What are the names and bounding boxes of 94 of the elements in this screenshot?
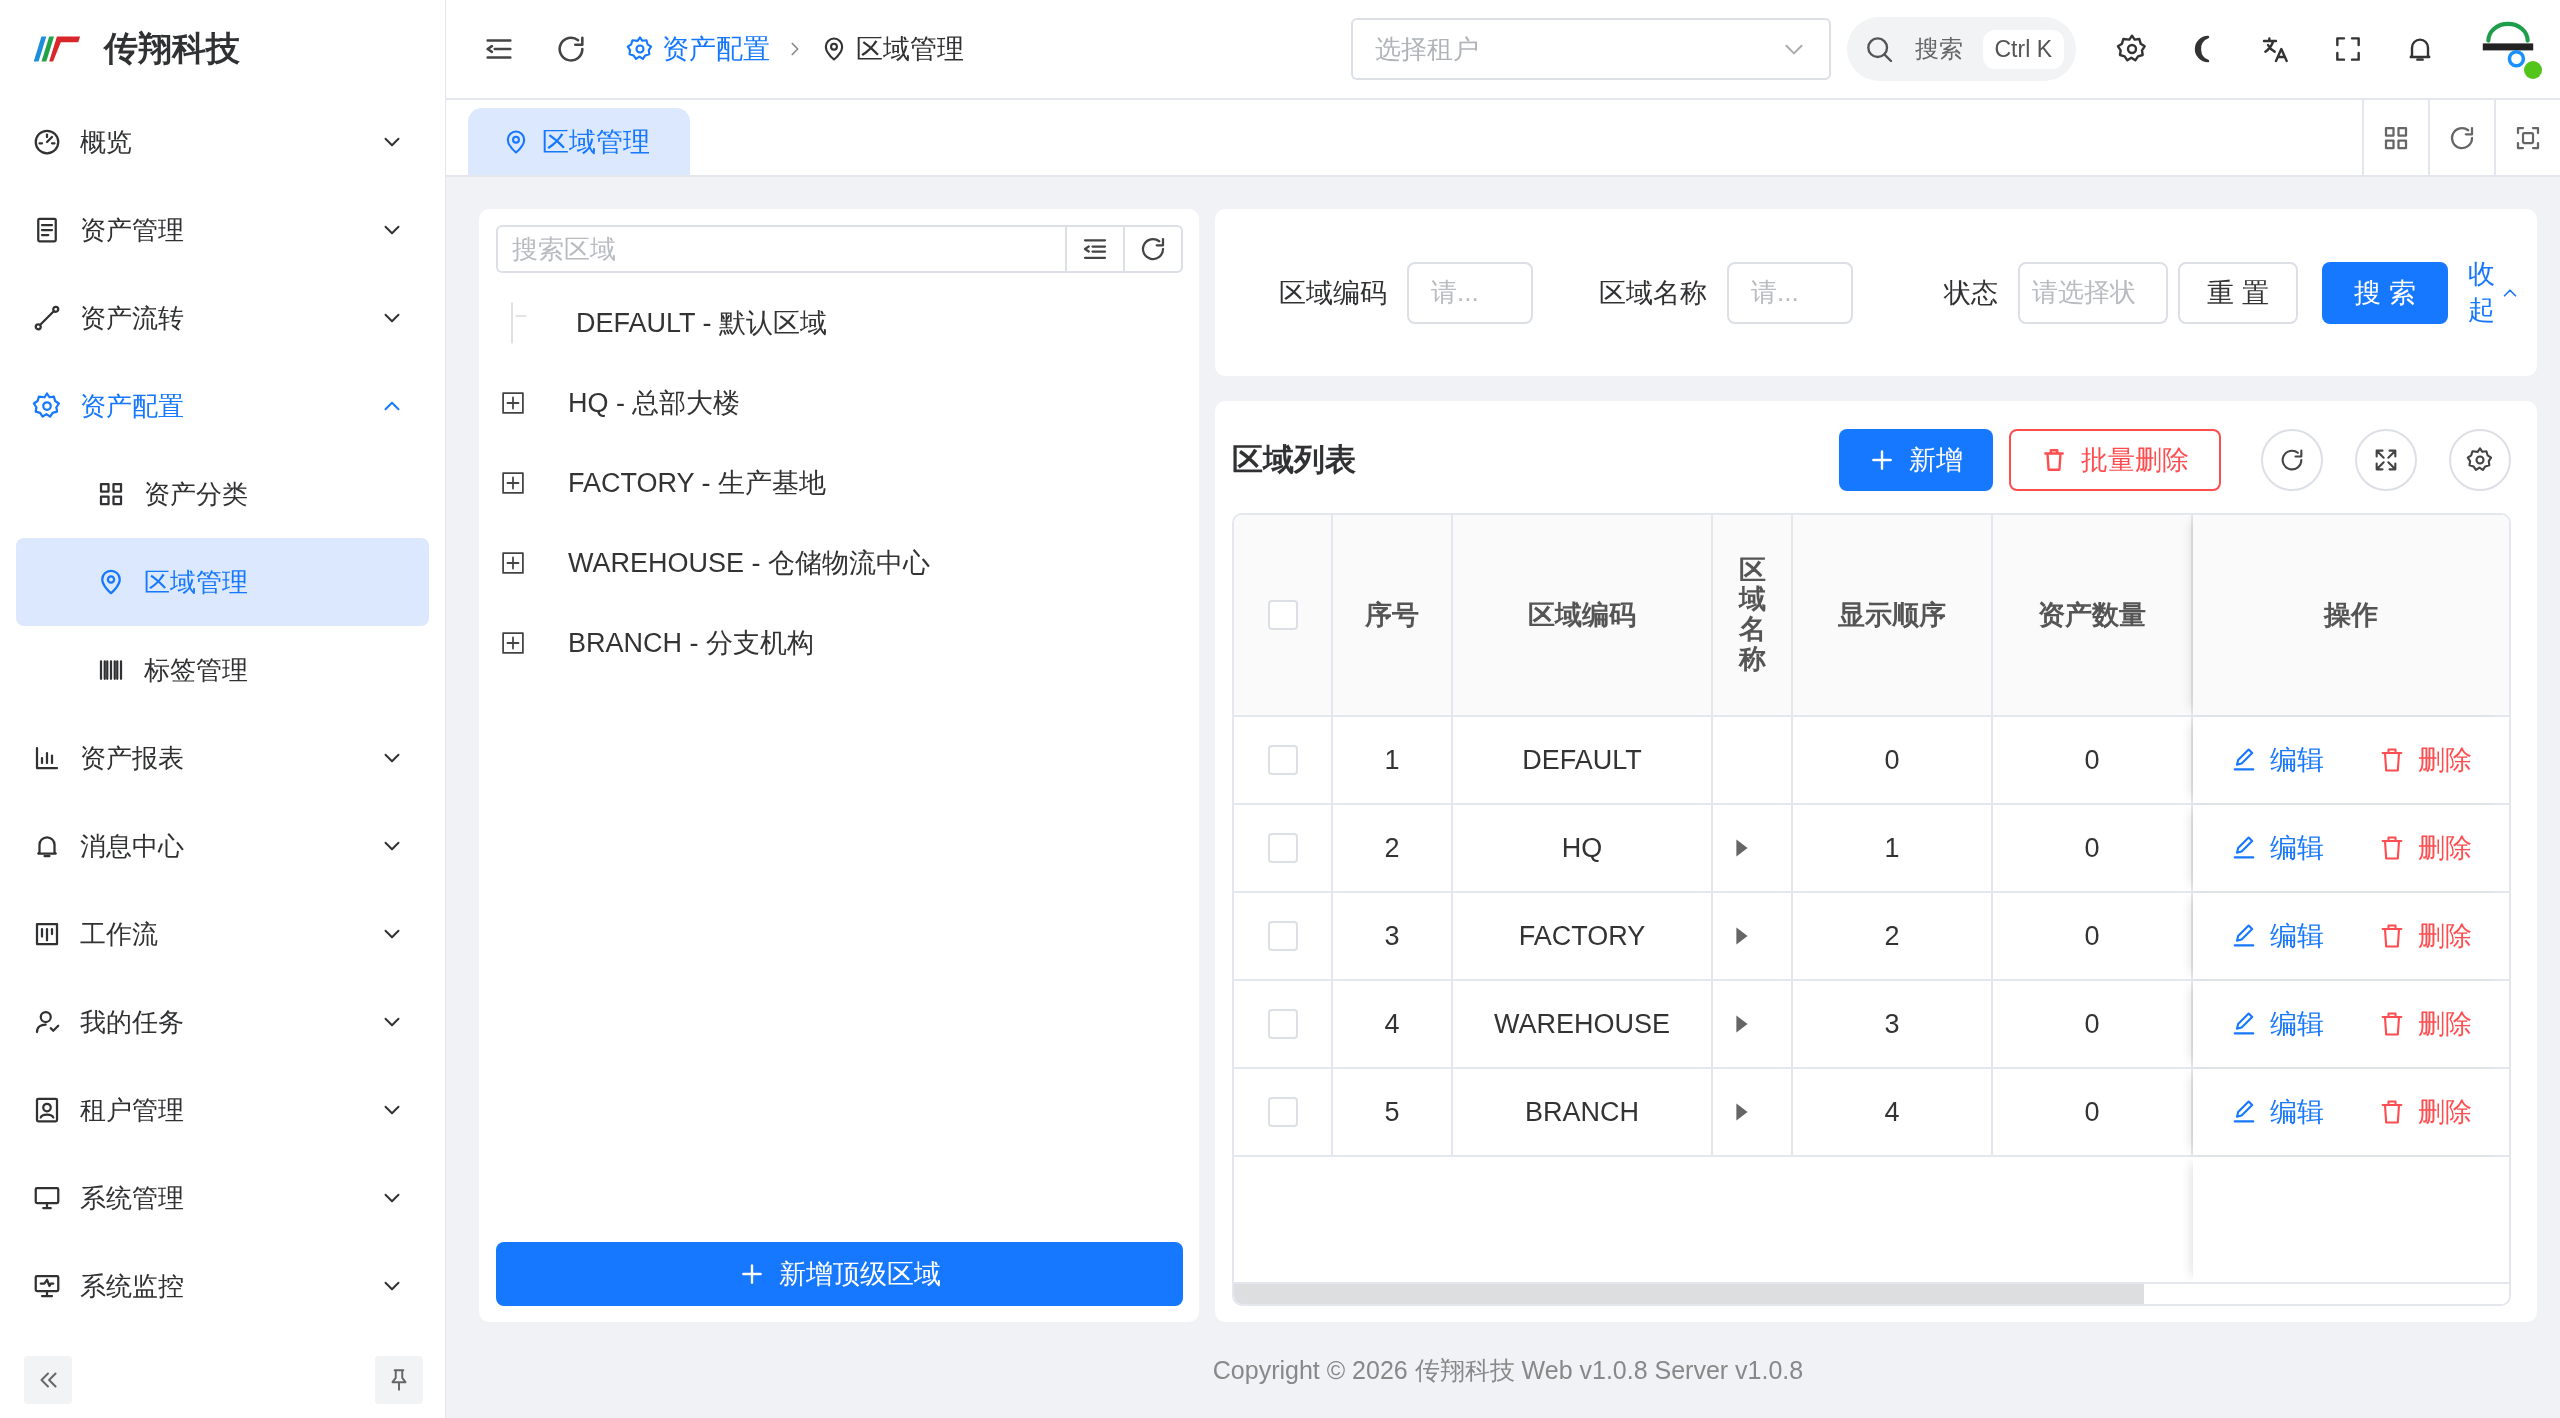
add-top-level-button[interactable]: 新增顶级区域 — [496, 1242, 1183, 1306]
table-cell: FACTORY — [1453, 893, 1713, 979]
brand-name: 传翔科技 — [104, 28, 240, 69]
column-header: 序号 — [1333, 515, 1453, 715]
column-header: 操作 — [2193, 515, 2509, 715]
table-cell: 1 — [1333, 717, 1453, 803]
edit-link[interactable]: 编辑 — [2230, 918, 2324, 954]
filter-input[interactable]: 请... — [1727, 261, 1853, 324]
tree-node[interactable]: DEFAULT - 默认区域 — [576, 305, 828, 341]
breadcrumb-item[interactable]: 区域管理 — [820, 31, 964, 67]
sidebar-subitem[interactable]: 标签管理 — [16, 626, 429, 714]
table-cell: HQ — [1453, 805, 1713, 891]
edit-link[interactable]: 编辑 — [2230, 742, 2324, 778]
search-button[interactable]: 搜 索 — [2322, 261, 2448, 324]
sidebar-item[interactable]: 工作流 — [0, 890, 445, 978]
sidebar-item[interactable]: 概览 — [0, 98, 445, 186]
copyright-text: Copyright © 2026 传翔科技 Web v1.0.8 Server v1.0.8 — [1211, 1354, 1805, 1386]
table-cell: 2 — [1793, 893, 1993, 979]
search-button[interactable]: 搜索 Ctrl K — [1846, 17, 2076, 81]
sidebar-item[interactable]: 资产配置 — [0, 362, 445, 450]
sidebar-item[interactable]: 系统监控 — [0, 1242, 445, 1330]
table-cell: 3 — [1793, 981, 1993, 1067]
sidebar-item[interactable]: 我的任务 — [0, 978, 445, 1066]
row-checkbox[interactable] — [1267, 1097, 1298, 1127]
plus-icon — [1869, 447, 1895, 473]
table-title: 区域列表 — [1232, 441, 1356, 479]
filter-label: 区域编码 — [1279, 276, 1387, 310]
settings-icon — [2466, 446, 2494, 474]
sidebar-item[interactable]: 资产报表 — [0, 714, 445, 802]
sidebar-item[interactable]: 系统管理 — [0, 1154, 445, 1242]
table-cell: 4 — [1793, 1069, 1993, 1155]
filter-input[interactable]: 请... — [1407, 261, 1533, 324]
column-header: 显示顺序 — [1793, 515, 1993, 715]
settings-icon[interactable] — [2116, 33, 2148, 65]
table-cell: 0 — [1993, 893, 2193, 979]
table-cell: 0 — [1993, 805, 2193, 891]
expand-arrow-icon[interactable] — [1735, 1102, 1749, 1122]
row-checkbox[interactable] — [1267, 921, 1298, 951]
table-cell: 4 — [1333, 981, 1453, 1067]
collapse-link[interactable]: 收起 — [2468, 257, 2495, 328]
trash-icon — [2041, 447, 2067, 473]
tree-search-field[interactable]: 搜索区域 — [498, 227, 1065, 271]
settings-icon — [626, 35, 654, 63]
row-checkbox[interactable] — [1267, 745, 1298, 775]
pin-button[interactable] — [375, 1356, 423, 1404]
tree-node[interactable]: FACTORY - 生产基地 — [568, 465, 827, 501]
table-cell: 0 — [1793, 717, 1993, 803]
expand-arrow-icon[interactable] — [1735, 926, 1749, 946]
table-cell: 0 — [1993, 1069, 2193, 1155]
sidebar-item[interactable]: 消息中心 — [0, 802, 445, 890]
expand-plus-icon[interactable] — [502, 632, 524, 654]
table-cell: WAREHOUSE — [1453, 981, 1713, 1067]
filter-label: 状态 — [1944, 276, 1998, 310]
tree-node[interactable]: HQ - 总部大楼 — [568, 385, 741, 421]
settings-icon — [32, 391, 62, 421]
sidebar-item[interactable]: 资产流转 — [0, 274, 445, 362]
tree-node[interactable]: WAREHOUSE - 仓储物流中心 — [568, 545, 930, 581]
scrollbar-thumb[interactable] — [1234, 1284, 2144, 1304]
expand-plus-icon[interactable] — [502, 472, 524, 494]
table-cell: 1 — [1793, 805, 1993, 891]
table-cell: DEFAULT — [1453, 717, 1713, 803]
sidebar-subitem[interactable]: 资产分类 — [16, 450, 429, 538]
row-checkbox[interactable] — [1267, 1009, 1298, 1039]
edit-link[interactable]: 编辑 — [2230, 1006, 2324, 1042]
breadcrumb-item[interactable]: 资产配置 — [626, 31, 770, 67]
search-label: 搜索 — [1914, 34, 1963, 64]
reset-button[interactable]: 重 置 — [2178, 261, 2298, 324]
table-cell: 5 — [1333, 1069, 1453, 1155]
sidebar-item[interactable]: 资产管理 — [0, 186, 445, 274]
search-field[interactable]: 搜索区域 — [496, 225, 1183, 273]
shortcut-key: Ctrl K — [1982, 29, 2064, 69]
table-cell: 2 — [1333, 805, 1453, 891]
collapse-sidebar-button[interactable] — [24, 1356, 72, 1404]
row-checkbox[interactable] — [1267, 833, 1298, 863]
expand-arrow-icon[interactable] — [1735, 838, 1749, 858]
add-button[interactable]: 新增 — [1839, 429, 1993, 491]
sidebar-item[interactable]: 租户管理 — [0, 1066, 445, 1154]
edit-link[interactable]: 编辑 — [2230, 830, 2324, 866]
filter-input[interactable]: 请选择状 — [2018, 261, 2168, 324]
table-cell: BRANCH — [1453, 1069, 1713, 1155]
expand-plus-icon[interactable] — [502, 552, 524, 574]
column-header: 区域名称 — [1713, 515, 1793, 715]
filter-label: 区域名称 — [1599, 276, 1707, 310]
expand-arrow-icon[interactable] — [1735, 1014, 1749, 1034]
edit-link[interactable]: 编辑 — [2230, 1094, 2324, 1130]
table-cell: 0 — [1993, 717, 2193, 803]
expand-plus-icon[interactable] — [502, 392, 524, 414]
select-all-checkbox[interactable] — [1267, 600, 1298, 630]
gauge-icon — [32, 127, 62, 157]
table-cell: 0 — [1993, 981, 2193, 1067]
tree-node[interactable]: BRANCH - 分支机构 — [568, 625, 814, 661]
table-cell: 3 — [1333, 893, 1453, 979]
flow-icon — [32, 303, 62, 333]
column-header: 区域编码 — [1453, 515, 1713, 715]
